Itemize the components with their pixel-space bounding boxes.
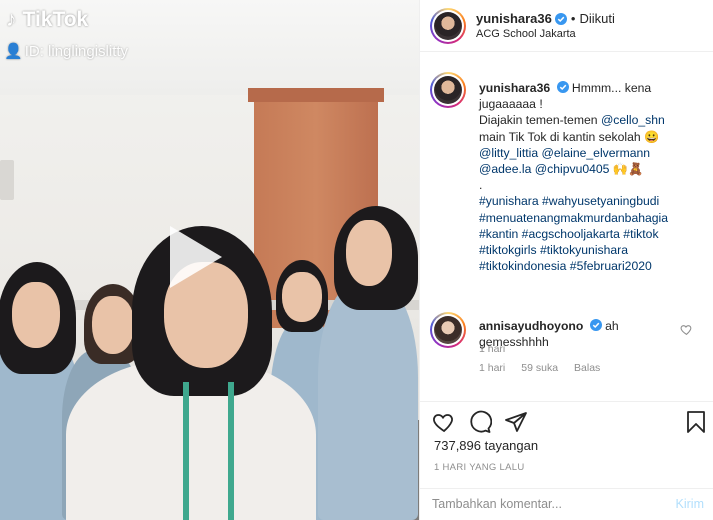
add-comment-bar: Kirim [420,488,713,520]
post-date[interactable]: 1 HARI YANG LALU [434,462,525,473]
author-avatar[interactable] [430,8,466,44]
verified-badge-icon [554,12,567,25]
comment-reply-button[interactable]: Balas [574,362,600,374]
share-button[interactable] [504,410,528,434]
comment-text-line-1: ah [605,319,619,333]
pillar-cap [248,88,384,102]
comment-like-button[interactable] [680,323,693,336]
like-button[interactable] [432,410,456,434]
wall-vent [0,160,14,200]
tiktok-watermark: ♪ TikTok [6,8,88,32]
caption-line-7: . [479,178,483,193]
commenter-avatar[interactable] [430,312,466,348]
tiktok-note-icon: ♪ [6,8,17,31]
comment-button[interactable] [468,410,493,434]
author-username[interactable]: yunishara36 [476,11,552,26]
comment-timestamp[interactable]: 1 hari [479,362,505,374]
post-comment-button[interactable]: Kirim [676,497,704,511]
video-player[interactable]: ♪ TikTok 👤 ID: linglingislitty [0,0,419,520]
comments-section: yunishara36 Hmmm... kena jugaaaaaa ! Dia… [420,60,713,400]
comment-input[interactable] [432,497,652,511]
mention-link[interactable]: @litty_littia [479,146,538,160]
mention-link[interactable]: @elaine_elvermann [542,146,651,160]
lanyard-left [183,382,189,520]
hashtag-line[interactable]: #tiktokgirls #tiktokyunishara [479,242,705,258]
bookmark-icon [687,411,705,433]
caption-text: yunishara36 Hmmm... kena jugaaaaaa ! Dia… [479,80,705,274]
caption-avatar[interactable] [430,72,466,108]
comment-likes-count[interactable]: 59 suka [521,362,558,374]
follow-state-button[interactable]: Diikuti [579,11,614,26]
hashtag-line[interactable]: #yunishara #wahyusetyaningbudi [479,193,705,209]
verified-badge-icon [556,81,569,93]
mention-link[interactable]: @chipvu0405 [535,162,610,176]
hashtag-line[interactable]: #tiktokindonesia #5februari2020 [479,258,705,274]
caption-username[interactable]: yunishara36 [479,81,550,95]
post-location[interactable]: ACG School Jakarta [476,28,576,40]
hashtag-line[interactable]: #kantin #acgschooljakarta #tiktok [479,226,705,242]
tiktok-user-id-text: ID: linglingislitty [24,42,129,60]
lanyard-right [228,382,234,520]
caption-line-3: Diajakin temen-temen [479,113,601,128]
action-bar [420,401,713,439]
verified-badge-icon [589,319,602,331]
post-header: yunishara36 • Diikuti ACG School Jakarta [420,0,713,52]
user-icon: 👤 [4,43,23,60]
heart-icon [680,325,692,336]
heart-icon [433,414,453,433]
separator-dot: • [570,11,576,26]
mention-link[interactable]: @adee.la [479,162,531,176]
comment-text-line-2: gemesshhhh [479,335,549,350]
tiktok-user-id: 👤 ID: linglingislitty [4,42,129,61]
post-panel: yunishara36 • Diikuti ACG School Jakarta… [419,0,713,520]
header-user-row: yunishara36 • Diikuti [476,11,615,26]
commenter-username[interactable]: annisayudhoyono [479,319,583,333]
caption-line-1: Hmmm... kena [571,81,652,95]
view-count[interactable]: 737,896 tayangan [434,438,538,453]
play-icon [170,226,222,288]
play-button[interactable] [164,222,224,292]
caption-line-4: main Tik Tok di kantin sekolah 😀 [479,129,660,144]
mention-link[interactable]: @cello_shn [601,113,665,127]
save-button[interactable] [684,410,708,434]
comment-icon [470,410,493,433]
caption-line-2: jugaaaaaa ! [479,97,543,112]
comment-text: annisayudhoyono ah gemesshhhh [479,318,679,350]
hashtag-line[interactable]: #menuatenangmakmurdanbahagia [479,210,705,226]
comment-meta: 1 hari 59 suka Balas [479,362,600,374]
tiktok-watermark-text: TikTok [22,8,89,31]
share-icon [505,412,527,432]
caption-emoji: 🙌🧸 [612,162,644,177]
